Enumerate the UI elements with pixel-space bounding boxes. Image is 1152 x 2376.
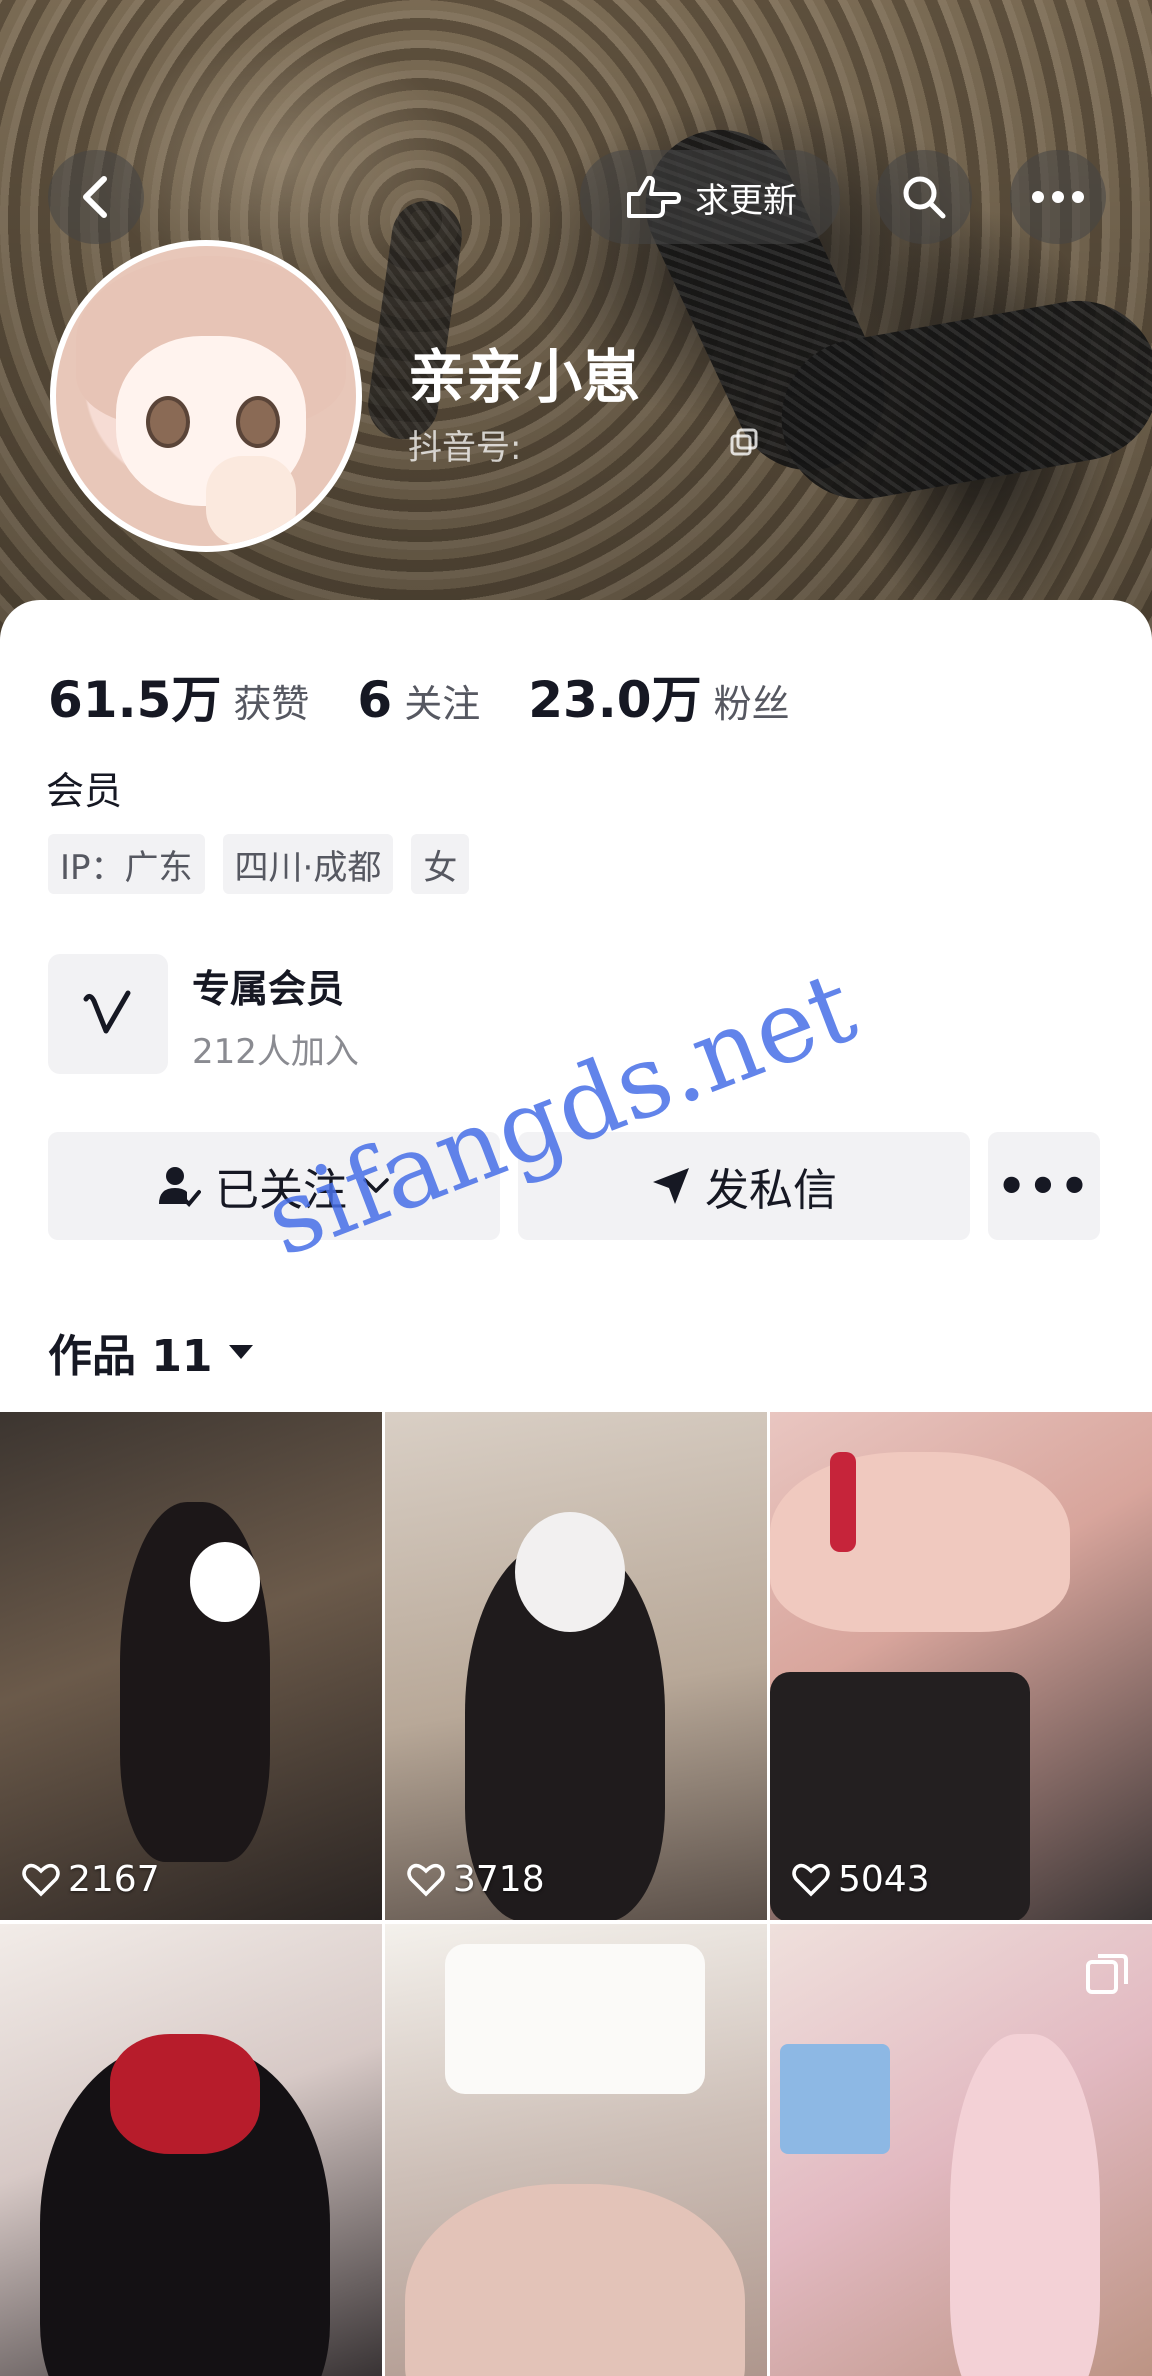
like-count: 2167: [22, 1859, 160, 1900]
profile-name: 亲亲小崽: [408, 343, 641, 411]
multi-image-icon: [1086, 1954, 1128, 1994]
video-thumbnail[interactable]: [0, 1924, 382, 2376]
stat-label: 粉丝: [713, 682, 790, 726]
send-message-label: 发私信: [705, 1165, 837, 1216]
more-actions-button[interactable]: •••: [988, 1132, 1100, 1240]
video-thumbnail[interactable]: [770, 1924, 1152, 2376]
tag-gender: 女: [411, 834, 470, 894]
stats-row: 61.5万 获赞 6 关注 23.0万 粉丝: [48, 660, 838, 732]
like-count: 5043: [792, 1859, 930, 1900]
user-check-icon: [159, 1167, 201, 1207]
works-tab-label: 作品 11: [48, 1331, 213, 1382]
ellipsis-icon: [1032, 191, 1084, 203]
vip-title[interactable]: 专属会员: [192, 958, 344, 1013]
cover-decoration: [768, 288, 1152, 512]
tab-works[interactable]: 作品 11: [48, 1320, 255, 1384]
video-thumbnail[interactable]: 2167: [0, 1412, 382, 1920]
like-count-value: 5043: [838, 1859, 930, 1900]
profile-info-card: 61.5万 获赞 6 关注 23.0万 粉丝 会员 IP：广东 四川·成都 女 …: [0, 600, 1152, 1400]
back-button[interactable]: [48, 150, 144, 244]
search-button[interactable]: [876, 150, 972, 244]
heart-icon: [22, 1863, 60, 1896]
caret-down-icon: [228, 1345, 253, 1359]
profile-tags: IP：广东 四川·成都 女: [48, 834, 470, 894]
vip-v-icon: [83, 990, 131, 1034]
vip-member-count: 212人加入: [192, 1032, 359, 1072]
like-count-value: 2167: [68, 1859, 160, 1900]
douyin-id-label: 抖音号:: [408, 428, 522, 468]
video-thumbnail[interactable]: 3718: [385, 1412, 767, 1920]
video-thumbnail[interactable]: 5043: [770, 1412, 1152, 1920]
works-grid: 2167 3718 5043: [0, 1412, 1152, 2376]
pointing-hand-icon: [627, 175, 681, 218]
video-thumbnail[interactable]: [385, 1924, 767, 2376]
stat-label: 获赞: [233, 682, 310, 726]
stat-value: 61.5万: [48, 671, 222, 729]
heart-icon: [407, 1863, 445, 1896]
avatar[interactable]: [50, 240, 362, 552]
vip-entry-icon-box[interactable]: [48, 954, 168, 1074]
more-options-button[interactable]: [1010, 150, 1106, 244]
send-icon: [653, 1168, 689, 1204]
tag-location: 四川·成都: [222, 834, 394, 894]
heart-icon: [792, 1863, 830, 1896]
bio-text: 会员: [46, 769, 123, 813]
stat-followers[interactable]: 23.0万 粉丝: [528, 660, 789, 732]
tag-ip: IP：广东: [48, 834, 205, 894]
douyin-id: 抖音号:: [408, 420, 521, 469]
chevron-left-icon: [83, 176, 107, 218]
request-update-label: 求更新: [695, 180, 797, 221]
like-count-value: 3718: [453, 1859, 545, 1900]
stat-likes[interactable]: 61.5万 获赞: [48, 660, 309, 732]
stat-label: 关注: [404, 682, 481, 726]
like-count: 3718: [407, 1859, 545, 1900]
ellipsis-icon: •••: [996, 1159, 1092, 1213]
search-icon: [903, 176, 946, 219]
copy-icon[interactable]: [730, 428, 758, 456]
stat-following[interactable]: 6 关注: [357, 671, 480, 729]
stat-value: 23.0万: [528, 671, 702, 729]
request-update-button[interactable]: 求更新: [580, 150, 840, 244]
stat-value: 6: [357, 671, 393, 729]
